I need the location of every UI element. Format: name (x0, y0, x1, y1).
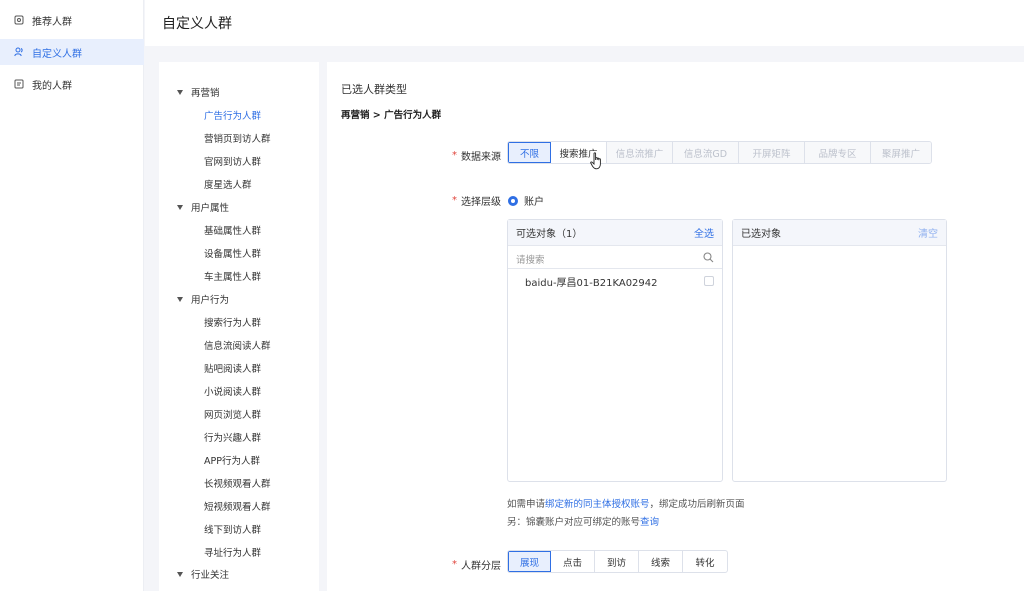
form-label-text: 数据来源 (461, 151, 501, 163)
hint-text: ，绑定成功后刷新页面 (649, 499, 745, 510)
tree-item[interactable]: 信息流阅读人群 (204, 336, 271, 354)
query-hint: 另：锦囊账户对应可绑定的账号查询 (507, 514, 659, 528)
option-visit[interactable]: 到访 (595, 551, 639, 572)
panel-header: 已选对象 清空 (733, 220, 946, 246)
required-mark: * (452, 558, 457, 570)
tree-item[interactable]: 搜索行为人群 (204, 313, 261, 331)
hint-text: 另：锦囊账户对应可绑定的账号 (507, 517, 641, 528)
tree-item[interactable]: 短视频观看人群 (204, 497, 271, 515)
tree-item[interactable]: 贴吧阅读人群 (204, 359, 261, 377)
recommend-icon (14, 15, 24, 25)
folder-icon (14, 79, 24, 89)
layer-label: * 人群分层 (327, 557, 501, 572)
tree-group-label: 再营销 (191, 88, 220, 99)
option-lead[interactable]: 线索 (639, 551, 683, 572)
tree-item[interactable]: 广告行为人群 (204, 106, 261, 124)
tree-item[interactable]: 营销页到访人群 (204, 129, 271, 147)
users-icon (14, 47, 24, 57)
clear-link[interactable]: 清空 (918, 225, 938, 240)
tree-item[interactable]: 网页浏览人群 (204, 405, 261, 423)
hand-cursor-icon (590, 152, 604, 170)
option-impression[interactable]: 展现 (508, 551, 551, 572)
panel-title: 已选对象 (741, 229, 781, 240)
required-mark: * (452, 149, 457, 161)
tree-item[interactable]: 设备属性人群 (204, 244, 261, 262)
option-feed-gd[interactable]: 信息流GD (673, 142, 739, 163)
select-all-link[interactable]: 全选 (694, 225, 714, 240)
sidebar-item-label: 推荐人群 (32, 16, 72, 28)
tree-item[interactable]: 车主属性人群 (204, 267, 261, 285)
tree-item[interactable]: 度星选人群 (204, 175, 252, 193)
sidebar-item-label: 我的人群 (32, 80, 72, 92)
tree-group-label: 行业关注 (191, 570, 230, 581)
option-splash-matrix[interactable]: 开屏矩阵 (739, 142, 805, 163)
category-tree: 再营销 广告行为人群 营销页到访人群 官网到访人群 度星选人群 用户属性 基础属… (159, 62, 319, 591)
main-panel: 已选人群类型 再营销 > 广告行为人群 * 数据来源 不限 搜索推广 信息流推广 … (327, 62, 1024, 591)
option-screen-promotion[interactable]: 聚屏推广 (871, 142, 931, 163)
radio-checked-icon (508, 195, 518, 206)
data-source-label: * 数据来源 (327, 148, 501, 163)
option-feed-promotion[interactable]: 信息流推广 (607, 142, 673, 163)
form-label-text: 选择层级 (461, 196, 501, 208)
option-brand-zone[interactable]: 品牌专区 (805, 142, 871, 163)
query-link[interactable]: 查询 (640, 517, 659, 528)
sidebar-item-recommended[interactable]: 推荐人群 (0, 7, 144, 33)
option-conversion[interactable]: 转化 (683, 551, 727, 572)
breadcrumb: 再营销 > 广告行为人群 (341, 110, 442, 121)
tree-item[interactable]: 小说阅读人群 (204, 382, 261, 400)
required-mark: * (452, 194, 457, 206)
search-placeholder: 请搜索 (516, 254, 545, 266)
tree-group-label: 用户行为 (191, 295, 230, 306)
data-source-segmented: 不限 搜索推广 信息流推广 信息流GD 开屏矩阵 品牌专区 聚屏推广 (507, 141, 932, 164)
sidebar-item-mine[interactable]: 我的人群 (0, 71, 144, 97)
tree-item[interactable]: 基础属性人群 (204, 221, 261, 239)
tree-item[interactable]: 寻址行为人群 (204, 543, 261, 561)
caret-down-icon (177, 204, 183, 210)
search-input[interactable]: 请搜索 (508, 249, 722, 269)
tree-group-remarketing[interactable]: 再营销 (177, 83, 220, 101)
bind-account-link[interactable]: 绑定新的同主体授权账号 (545, 499, 650, 510)
tree-group-industry[interactable]: 行业关注 (177, 565, 229, 583)
tree-item[interactable]: 线下到访人群 (204, 520, 261, 538)
tree-group-label: 用户属性 (191, 203, 230, 214)
form-label-text: 人群分层 (461, 560, 501, 572)
sidebar-item-label: 自定义人群 (32, 48, 82, 60)
level-radio-account[interactable]: 账户 (508, 193, 544, 208)
page-title: 自定义人群 (162, 16, 232, 32)
checkbox[interactable] (704, 276, 714, 286)
page-header: 自定义人群 (145, 0, 1024, 46)
hint-text: 如需申请 (507, 499, 546, 510)
option-click[interactable]: 点击 (551, 551, 595, 572)
selected-objects-panel: 已选对象 清空 (732, 219, 947, 482)
sidebar: 推荐人群 自定义人群 我的人群 (0, 0, 144, 591)
panel-title: 可选对象（1） (516, 229, 583, 240)
tree-item[interactable]: 长视频观看人群 (204, 474, 271, 492)
search-icon[interactable] (703, 251, 714, 266)
radio-label: 账户 (524, 197, 544, 208)
caret-down-icon (177, 296, 183, 302)
caret-down-icon (177, 89, 183, 95)
list-item[interactable]: baidu-厚昌01-B21KA02942 (508, 269, 722, 293)
tree-group-user-attributes[interactable]: 用户属性 (177, 198, 229, 216)
tree-group-user-behavior[interactable]: 用户行为 (177, 290, 229, 308)
layer-segmented: 展现 点击 到访 线索 转化 (507, 550, 728, 573)
section-title: 已选人群类型 (341, 83, 407, 96)
sidebar-item-custom[interactable]: 自定义人群 (0, 39, 144, 65)
panel-header: 可选对象（1） 全选 (508, 220, 722, 246)
bind-hint: 如需申请绑定新的同主体授权账号，绑定成功后刷新页面 (507, 496, 745, 510)
tree-item[interactable]: 官网到访人群 (204, 152, 261, 170)
option-unlimited[interactable]: 不限 (508, 142, 551, 163)
level-label: * 选择层级 (327, 193, 501, 208)
account-name: baidu-厚昌01-B21KA02942 (525, 277, 658, 289)
caret-down-icon (177, 571, 183, 577)
tree-item[interactable]: APP行为人群 (204, 451, 260, 469)
available-objects-panel: 可选对象（1） 全选 请搜索 baidu-厚昌01-B21KA02942 (507, 219, 723, 482)
tree-item[interactable]: 行为兴趣人群 (204, 428, 261, 446)
